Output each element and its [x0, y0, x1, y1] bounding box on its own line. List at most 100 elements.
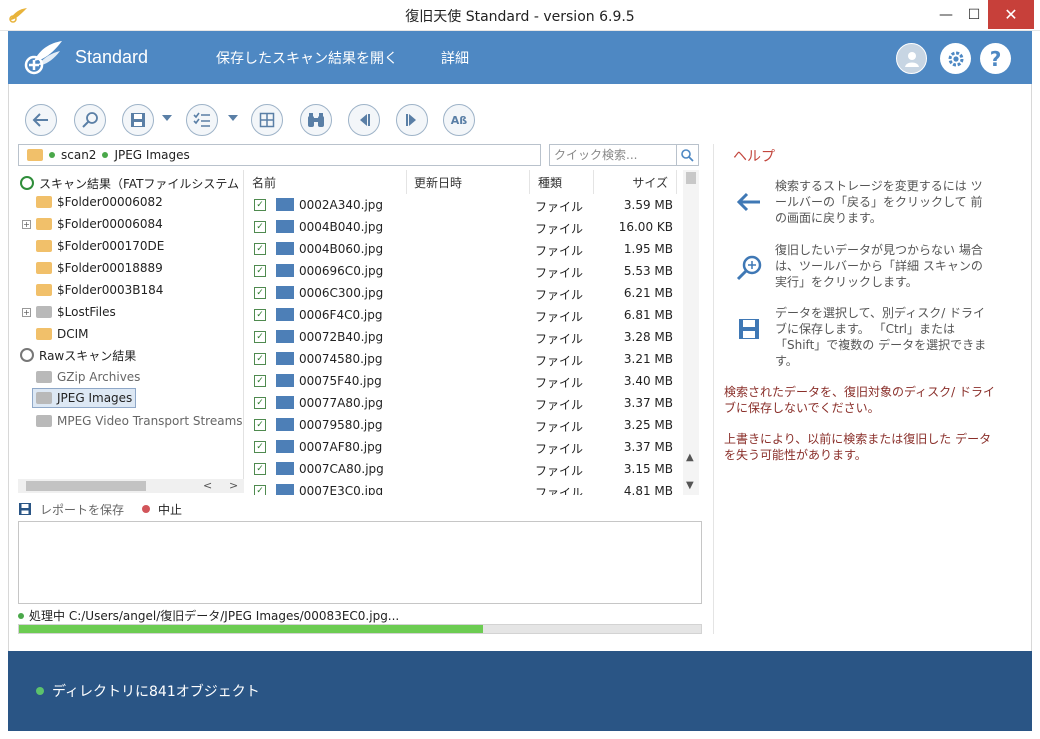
row-checkbox[interactable]: ✓ — [254, 441, 266, 453]
search-button[interactable] — [677, 144, 699, 166]
file-name: 0004B040.jpg — [299, 220, 384, 234]
column-header-name[interactable]: 名前 — [246, 170, 407, 194]
table-row[interactable]: ✓ 0007E3C0.jpg ファイル 4.81 MB — [246, 480, 682, 495]
save-dropdown-arrow[interactable] — [162, 115, 172, 121]
maximize-button[interactable]: ☐ — [958, 0, 990, 29]
table-row[interactable]: ✓ 0007AF80.jpg ファイル 3.37 MB — [246, 436, 682, 458]
table-row[interactable]: ✓ 0004B060.jpg ファイル 1.95 MB — [246, 238, 682, 260]
table-row[interactable]: ✓ 00074580.jpg ファイル 3.21 MB — [246, 348, 682, 370]
file-size: 3.59 MB — [623, 198, 673, 212]
close-button[interactable]: ✕ — [988, 0, 1034, 29]
file-name: 0006C300.jpg — [299, 286, 384, 300]
table-row[interactable]: ✓ 0002A340.jpg ファイル 3.59 MB — [246, 194, 682, 216]
row-checkbox[interactable]: ✓ — [254, 397, 266, 409]
column-header-type[interactable]: 種類 — [530, 170, 594, 194]
select-dropdown-arrow[interactable] — [228, 115, 238, 121]
save-button[interactable] — [122, 104, 154, 136]
stop-icon — [142, 505, 151, 513]
table-row[interactable]: ✓ 00079580.jpg ファイル 3.25 MB — [246, 414, 682, 436]
folder-icon — [27, 149, 43, 161]
find-button[interactable] — [300, 104, 332, 136]
row-checkbox[interactable]: ✓ — [254, 331, 266, 343]
detailed-scan-button[interactable] — [74, 104, 106, 136]
row-checkbox[interactable]: ✓ — [254, 287, 266, 299]
file-list-vertical-scrollbar[interactable] — [683, 170, 699, 495]
scrollbar-thumb[interactable] — [26, 481, 146, 491]
image-file-icon — [276, 462, 294, 475]
scroll-up-icon[interactable]: ▲ — [686, 452, 694, 463]
help-tip-text: 検索するストレージを変更するには ツールバーの「戻る」をクリックして 前の画面に… — [775, 179, 983, 225]
column-header-modified[interactable]: 更新日時 — [407, 170, 530, 194]
user-button[interactable] — [896, 43, 927, 74]
scrollbar-thumb[interactable] — [686, 172, 696, 184]
tree-item[interactable]: $Folder00006082 — [22, 192, 163, 212]
file-size: 1.95 MB — [623, 242, 673, 256]
processing-status: 処理中 C:/Users/angel/復旧データ/JPEG Images/000… — [18, 607, 708, 624]
table-row[interactable]: ✓ 0006C300.jpg ファイル 6.21 MB — [246, 282, 682, 304]
breadcrumb-root[interactable]: scan2 — [61, 148, 96, 162]
select-list-button[interactable] — [186, 104, 218, 136]
table-row[interactable]: ✓ 000696C0.jpg ファイル 5.53 MB — [246, 260, 682, 282]
tree-item[interactable]: + $LostFiles — [22, 302, 116, 322]
expand-icon[interactable]: + — [22, 219, 31, 229]
row-checkbox[interactable]: ✓ — [254, 309, 266, 321]
image-file-icon — [276, 308, 294, 321]
tree-item[interactable]: $Folder000170DE — [22, 236, 164, 256]
table-row[interactable]: ✓ 00072B40.jpg ファイル 3.28 MB — [246, 326, 682, 348]
tree-scan-root[interactable]: スキャン結果（FATファイルシステム — [20, 173, 239, 193]
report-log — [18, 521, 702, 604]
row-checkbox[interactable]: ✓ — [254, 199, 266, 211]
folder-icon — [36, 306, 52, 318]
details-link[interactable]: 詳細 — [441, 48, 469, 68]
tree-item[interactable]: MPEG Video Transport Streams — [22, 411, 243, 431]
stop-button[interactable]: 中止 — [158, 501, 182, 518]
row-checkbox[interactable]: ✓ — [254, 243, 266, 255]
folder-icon — [36, 371, 52, 383]
column-header-size[interactable]: サイズ — [594, 170, 677, 194]
table-row[interactable]: ✓ 0006F4C0.jpg ファイル 6.81 MB — [246, 304, 682, 326]
table-row[interactable]: ✓ 0007CA80.jpg ファイル 3.15 MB — [246, 458, 682, 480]
table-row[interactable]: ✓ 0004B040.jpg ファイル 16.00 KB — [246, 216, 682, 238]
row-checkbox[interactable]: ✓ — [254, 485, 266, 495]
file-name: 0007E3C0.jpg — [299, 484, 384, 495]
help-button[interactable]: ? — [980, 43, 1011, 74]
back-button[interactable] — [25, 104, 57, 136]
tree-node-label: $Folder000170DE — [57, 239, 165, 253]
scroll-left-icon[interactable]: < — [203, 479, 212, 492]
tree-item[interactable]: GZip Archives — [22, 367, 140, 387]
tree-item[interactable]: DCIM — [22, 324, 89, 344]
row-checkbox[interactable]: ✓ — [254, 463, 266, 475]
file-name: 00072B40.jpg — [299, 330, 384, 344]
window-title: 復旧天使 Standard - version 6.9.5 — [405, 9, 635, 25]
expand-icon[interactable]: + — [22, 307, 31, 317]
scroll-down-icon[interactable]: ▼ — [686, 480, 694, 491]
row-checkbox[interactable]: ✓ — [254, 353, 266, 365]
grid-view-button[interactable] — [251, 104, 283, 136]
settings-button[interactable] — [940, 43, 971, 74]
row-checkbox[interactable]: ✓ — [254, 265, 266, 277]
row-checkbox[interactable]: ✓ — [254, 419, 266, 431]
row-checkbox[interactable]: ✓ — [254, 221, 266, 233]
next-button[interactable] — [396, 104, 428, 136]
folder-icon — [36, 262, 52, 274]
file-type: ファイル — [535, 486, 584, 495]
tree-node-label: Rawスキャン結果 — [39, 348, 137, 363]
breadcrumb-current[interactable]: JPEG Images — [114, 148, 189, 162]
previous-button[interactable] — [348, 104, 380, 136]
save-icon[interactable] — [18, 502, 32, 516]
table-row[interactable]: ✓ 00075F40.jpg ファイル 3.40 MB — [246, 370, 682, 392]
scroll-right-icon[interactable]: > — [229, 479, 238, 492]
select-list-icon — [193, 112, 210, 127]
open-saved-scan-link[interactable]: 保存したスキャン結果を開く — [216, 48, 398, 68]
match-case-button[interactable]: Aß — [443, 104, 475, 136]
tree-item[interactable]: $Folder0003B184 — [22, 280, 163, 300]
tree-item-selected[interactable]: JPEG Images — [32, 388, 137, 408]
tree-item[interactable]: $Folder00018889 — [22, 258, 163, 278]
tree-raw-root[interactable]: Rawスキャン結果 — [20, 345, 136, 365]
row-checkbox[interactable]: ✓ — [254, 375, 266, 387]
file-size: 3.37 MB — [623, 396, 673, 410]
table-row[interactable]: ✓ 00077A80.jpg ファイル 3.37 MB — [246, 392, 682, 414]
quick-search-input[interactable]: クイック検索... — [549, 144, 677, 166]
save-report-button[interactable]: レポートを保存 — [40, 501, 124, 518]
tree-item[interactable]: + $Folder00006084 — [22, 214, 163, 234]
